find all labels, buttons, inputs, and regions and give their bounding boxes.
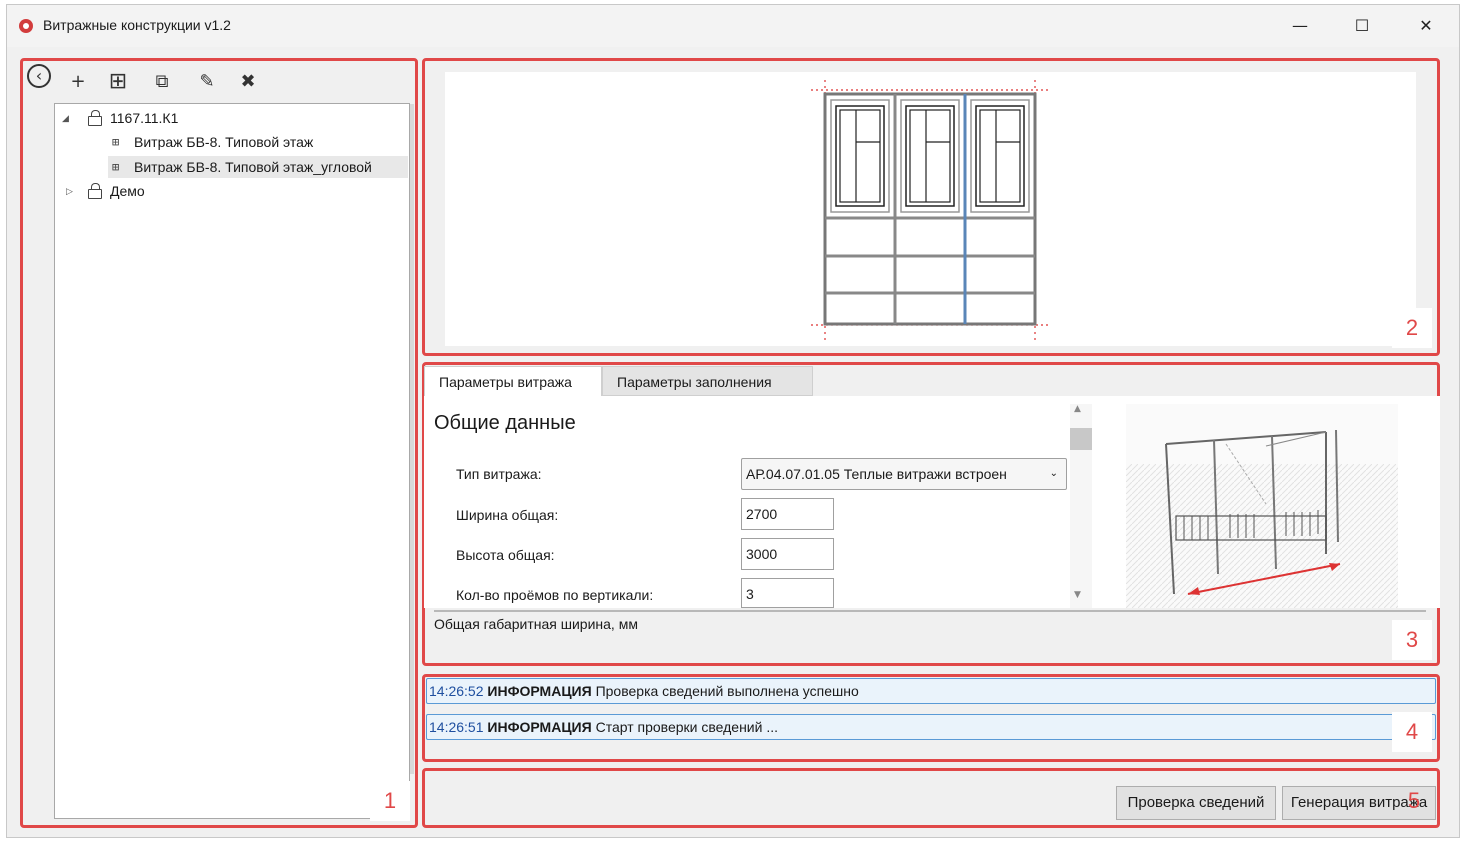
collapse-triangle-icon[interactable]: ◢: [62, 107, 69, 129]
width-input[interactable]: 2700: [741, 498, 834, 530]
log-time: 14:26:51: [429, 719, 484, 735]
vitrage-icon: ⊞: [112, 135, 120, 149]
tab-vitrage-params[interactable]: Параметры витража: [424, 366, 602, 396]
scroll-up-icon[interactable]: ▲: [1074, 404, 1081, 414]
annotation-marker-2: 2: [1392, 308, 1432, 348]
scroll-down-icon[interactable]: ▼: [1074, 590, 1081, 600]
window-title: Витражные конструкции v1.2: [43, 17, 231, 33]
select-value: АР.04.07.01.05 Теплые витражи встроен: [746, 466, 1007, 482]
vitrage-drawing-view[interactable]: [445, 72, 1416, 346]
scroll-thumb[interactable]: [1070, 428, 1092, 450]
field-help-text: Общая габаритная ширина, мм: [434, 616, 638, 632]
openings-input[interactable]: 3: [741, 578, 834, 608]
tree-node-label: Витраж БВ-8. Типовой этаж: [134, 134, 314, 150]
app-logo-icon: [19, 19, 33, 33]
log-message: Старт проверки сведений ...: [595, 719, 778, 735]
tree-node-label: Демо: [110, 183, 145, 199]
tab-fill-params[interactable]: Параметры заполнения: [602, 366, 813, 396]
section-title: Общие данные: [434, 412, 576, 434]
height-input[interactable]: 3000: [741, 538, 834, 570]
divider: [434, 610, 1426, 612]
tree-node-label: Витраж БВ-8. Типовой этаж_угловой: [134, 159, 372, 175]
delete-icon[interactable]: ✖: [236, 70, 260, 94]
log-entry[interactable]: 14:26:51 ИНФОРМАЦИЯ Старт проверки сведе…: [426, 714, 1436, 740]
close-button[interactable]: ✕: [1403, 11, 1449, 41]
vitrage-drawing: [811, 80, 1049, 340]
annotation-marker-4: 4: [1392, 712, 1432, 752]
minimize-button[interactable]: —: [1277, 11, 1323, 41]
lock-icon: [88, 183, 102, 199]
edit-icon[interactable]: ✎: [195, 70, 219, 94]
log-time: 14:26:52: [429, 683, 484, 699]
vitrage-3d-preview: [1126, 404, 1398, 608]
vitrage-type-select[interactable]: АР.04.07.01.05 Теплые витражи встроен ⌄: [741, 458, 1067, 490]
tree-node-label: 1167.11.К1: [110, 110, 179, 126]
copy-icon[interactable]: ⧉: [150, 70, 174, 94]
annotation-marker-1: 1: [370, 781, 410, 821]
log-level: ИНФОРМАЦИЯ: [487, 719, 592, 735]
field-label-height: Высота общая:: [456, 547, 555, 563]
log-level: ИНФОРМАЦИЯ: [487, 683, 592, 699]
field-label-width: Ширина общая:: [456, 507, 559, 523]
params-scrollbar[interactable]: ▲ ▼: [1070, 404, 1092, 608]
maximize-button[interactable]: ☐: [1339, 11, 1385, 41]
add-icon[interactable]: +: [66, 70, 90, 94]
project-tree[interactable]: [54, 103, 410, 819]
tree-scrollbar[interactable]: [410, 104, 414, 774]
add-group-icon[interactable]: ⊞: [106, 70, 130, 94]
lock-icon: [88, 110, 102, 126]
back-icon[interactable]: ‹: [27, 64, 51, 88]
tree-node-vitrage-2[interactable]: ⊞ Витраж БВ-8. Типовой этаж_угловой: [108, 156, 408, 178]
log-message: Проверка сведений выполнена успешно: [595, 683, 859, 699]
field-label-type: Тип витража:: [456, 466, 542, 482]
check-data-button[interactable]: Проверка сведений: [1116, 786, 1276, 820]
chevron-down-icon: ⌄: [1049, 468, 1058, 479]
title-bar: Витражные конструкции v1.2 — ☐ ✕: [7, 5, 1459, 47]
preview-3d-image: [1126, 429, 1398, 608]
expand-triangle-icon[interactable]: ▷: [66, 180, 73, 202]
annotation-marker-5: 5: [1407, 788, 1421, 813]
log-entry[interactable]: 14:26:52 ИНФОРМАЦИЯ Проверка сведений вы…: [426, 678, 1436, 704]
field-label-openings: Кол-во проёмов по вертикали:: [456, 587, 654, 603]
annotation-marker-3: 3: [1392, 620, 1432, 660]
vitrage-icon: ⊞: [112, 160, 120, 174]
